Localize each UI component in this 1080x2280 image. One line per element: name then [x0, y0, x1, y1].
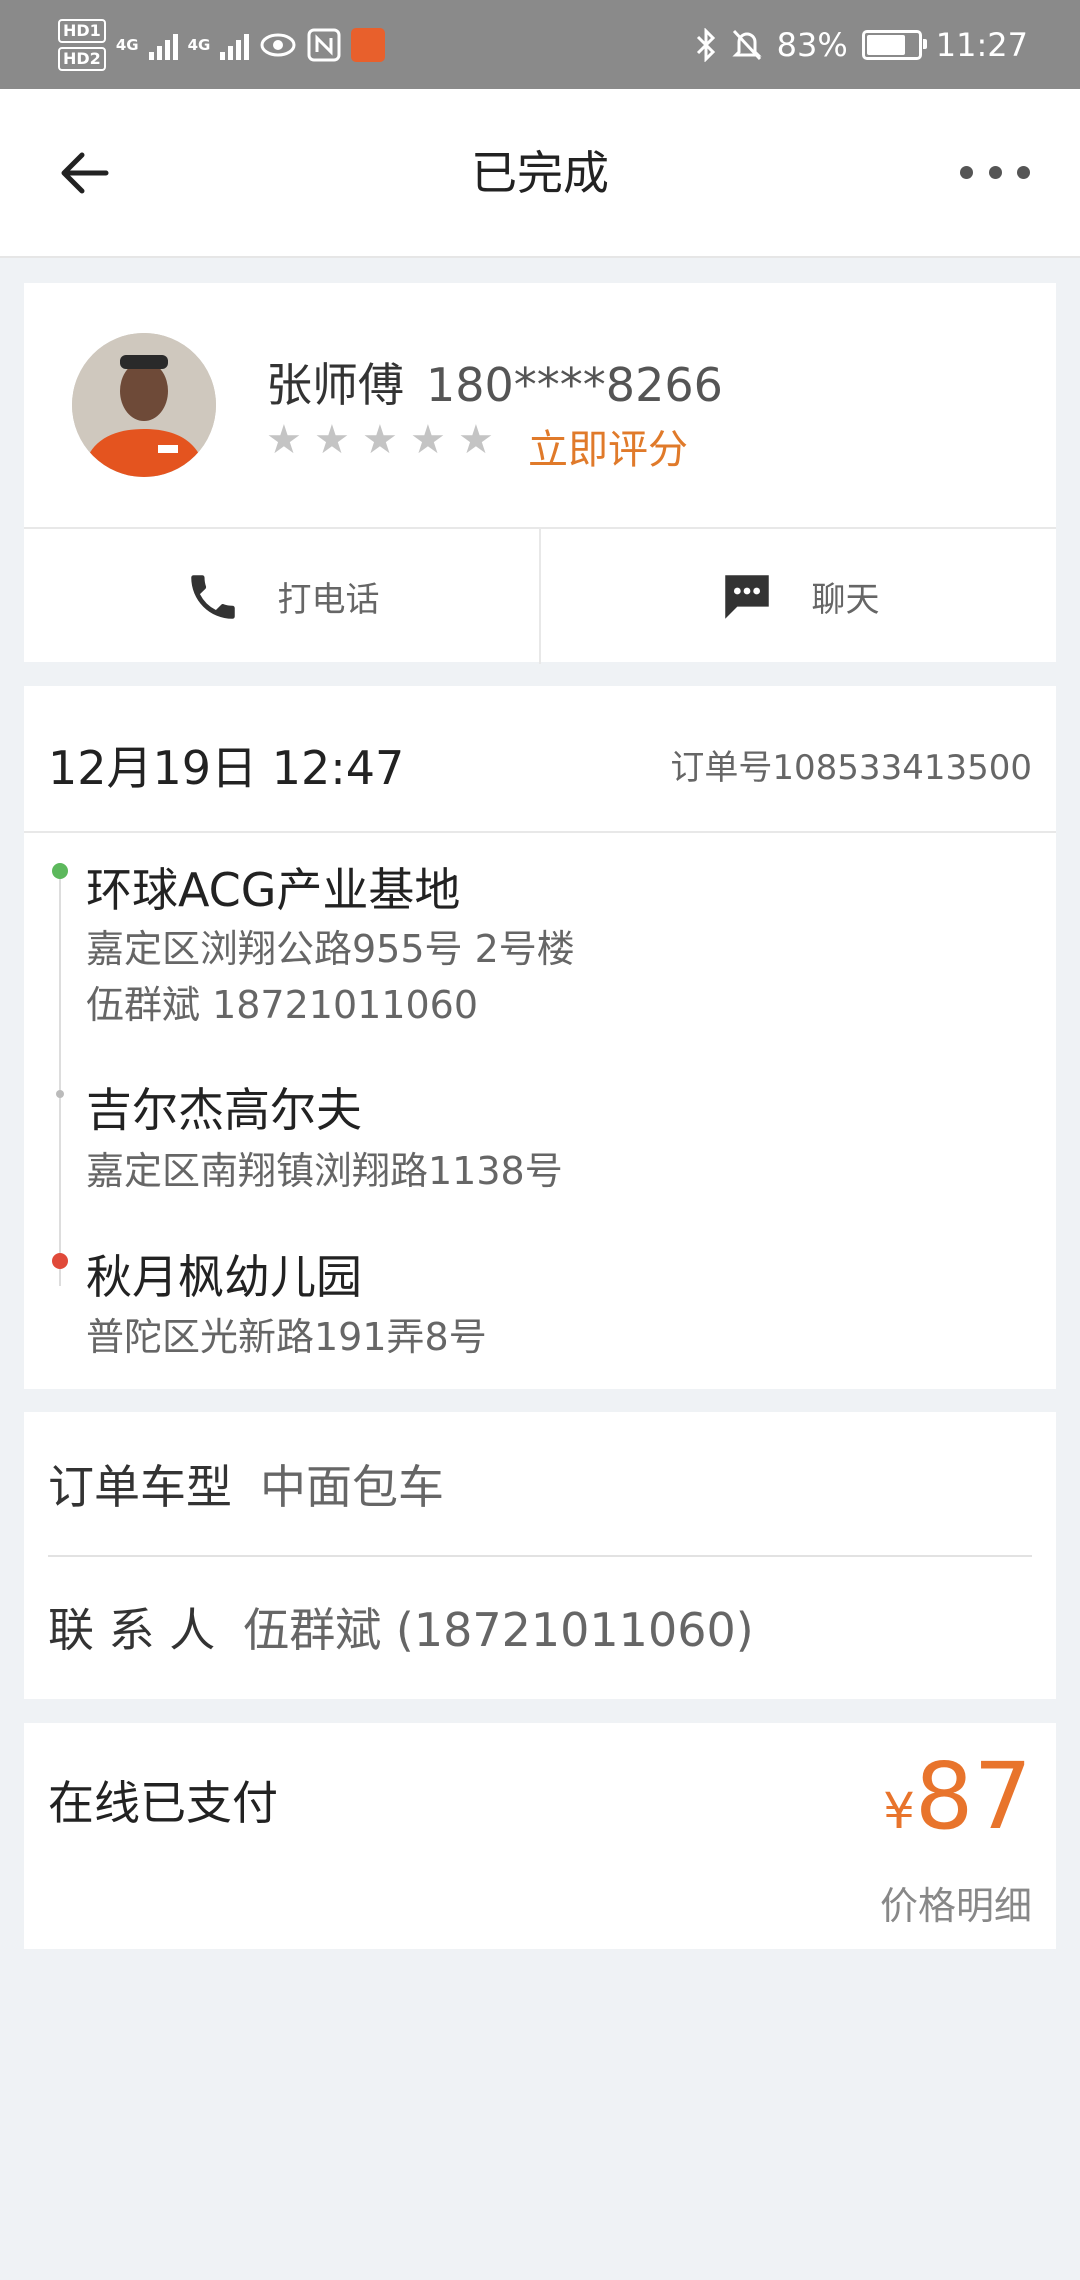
network-type-1: 4G	[115, 36, 139, 54]
stop-contact: 伍群斌 18721011060	[86, 983, 479, 1027]
hd-indicator: HD1 HD2	[58, 19, 106, 71]
stop-address: 普陀区光新路191弄8号	[86, 1315, 487, 1359]
currency-symbol: ¥	[883, 1782, 915, 1840]
nav-bar: 已完成	[0, 89, 1080, 258]
rating-stars[interactable]: ★ ★ ★ ★ ★	[266, 420, 496, 460]
more-dots-icon[interactable]	[960, 155, 1030, 189]
battery-icon	[861, 29, 927, 60]
stop-title: 环球ACG产业基地	[86, 863, 461, 917]
chat-icon	[724, 574, 769, 619]
stop-address: 嘉定区浏翔公路955号 2号楼	[86, 927, 575, 971]
call-label: 打电话	[277, 580, 380, 620]
star-icon[interactable]: ★	[458, 420, 496, 460]
star-icon[interactable]: ★	[362, 420, 400, 460]
stop-title: 秋月枫幼儿园	[86, 1250, 362, 1304]
page-title: 已完成	[471, 146, 609, 200]
vehicle-type-row: 订单车型 中面包车	[48, 1412, 1032, 1557]
star-icon[interactable]: ★	[266, 420, 304, 460]
price-detail-link[interactable]: 价格明细	[880, 1875, 1032, 1930]
status-right: 83% 11:27	[695, 0, 1028, 89]
driver-photo	[72, 333, 216, 477]
stop-title: 吉尔杰高尔夫	[86, 1083, 362, 1137]
eye-icon	[260, 33, 296, 57]
pickup-dot	[52, 863, 68, 879]
clock: 11:27	[935, 25, 1028, 64]
payment-amount: ¥87	[883, 1743, 1032, 1850]
driver-card: 张师傅 180****8266 ★ ★ ★ ★ ★ 立即评分 打电话 聊天	[24, 283, 1056, 664]
phone-icon	[190, 574, 235, 619]
route-line	[59, 876, 61, 1286]
bell-off-icon	[732, 29, 762, 60]
contact-value: 伍群斌 (18721011060)	[243, 1602, 754, 1657]
vehicle-type-value: 中面包车	[260, 1459, 444, 1514]
vehicle-type-label: 订单车型	[48, 1459, 232, 1514]
order-info-card: 订单车型 中面包车 联 系 人 伍群斌 (18721011060)	[24, 1412, 1056, 1699]
contact-row: 联 系 人 伍群斌 (18721011060)	[48, 1555, 1032, 1698]
chat-label: 聊天	[811, 580, 880, 620]
payment-status: 在线已支付	[48, 1776, 278, 1830]
star-icon[interactable]: ★	[410, 420, 448, 460]
signal-icon-1	[148, 30, 178, 60]
hd2-label: HD2	[58, 47, 106, 71]
battery-fill	[866, 34, 905, 55]
status-bar: HD1 HD2 4G 4G 83% 11:27	[0, 0, 1080, 89]
battery-percent: 83%	[776, 25, 848, 64]
waypoint-dot	[56, 1090, 64, 1098]
status-left: HD1 HD2 4G 4G	[58, 14, 386, 76]
contact-label: 联 系 人	[48, 1602, 216, 1657]
signal-icon-2	[220, 30, 250, 60]
stop-address: 嘉定区南翔镇浏翔路1138号	[86, 1149, 563, 1193]
nfc-icon	[307, 28, 341, 62]
star-icon[interactable]: ★	[314, 420, 352, 460]
driver-phone: 180****8266	[426, 358, 723, 412]
driver-name-row: 张师傅 180****8266	[266, 349, 723, 415]
bluetooth-icon	[696, 27, 715, 62]
call-button[interactable]: 打电话	[24, 529, 539, 664]
route-header: 12月19日 12:47 订单号108533413500	[24, 686, 1056, 833]
dropoff-dot	[52, 1253, 68, 1269]
chat-button[interactable]: 聊天	[539, 529, 1056, 664]
hd1-label: HD1	[58, 19, 106, 43]
network-type-2: 4G	[187, 36, 211, 54]
rate-now-link[interactable]: 立即评分	[528, 417, 688, 475]
amount-value: 87	[914, 1743, 1032, 1850]
order-time: 12月19日 12:47	[48, 741, 405, 795]
driver-actions: 打电话 聊天	[24, 527, 1056, 664]
order-number: 订单号108533413500	[670, 748, 1032, 788]
app-icon	[351, 28, 386, 62]
avatar[interactable]	[72, 333, 216, 477]
route-card: 12月19日 12:47 订单号108533413500 环球ACG产业基地 嘉…	[24, 686, 1056, 1389]
payment-card: 在线已支付 ¥87 价格明细	[24, 1723, 1056, 1949]
driver-name: 张师傅	[266, 358, 404, 412]
